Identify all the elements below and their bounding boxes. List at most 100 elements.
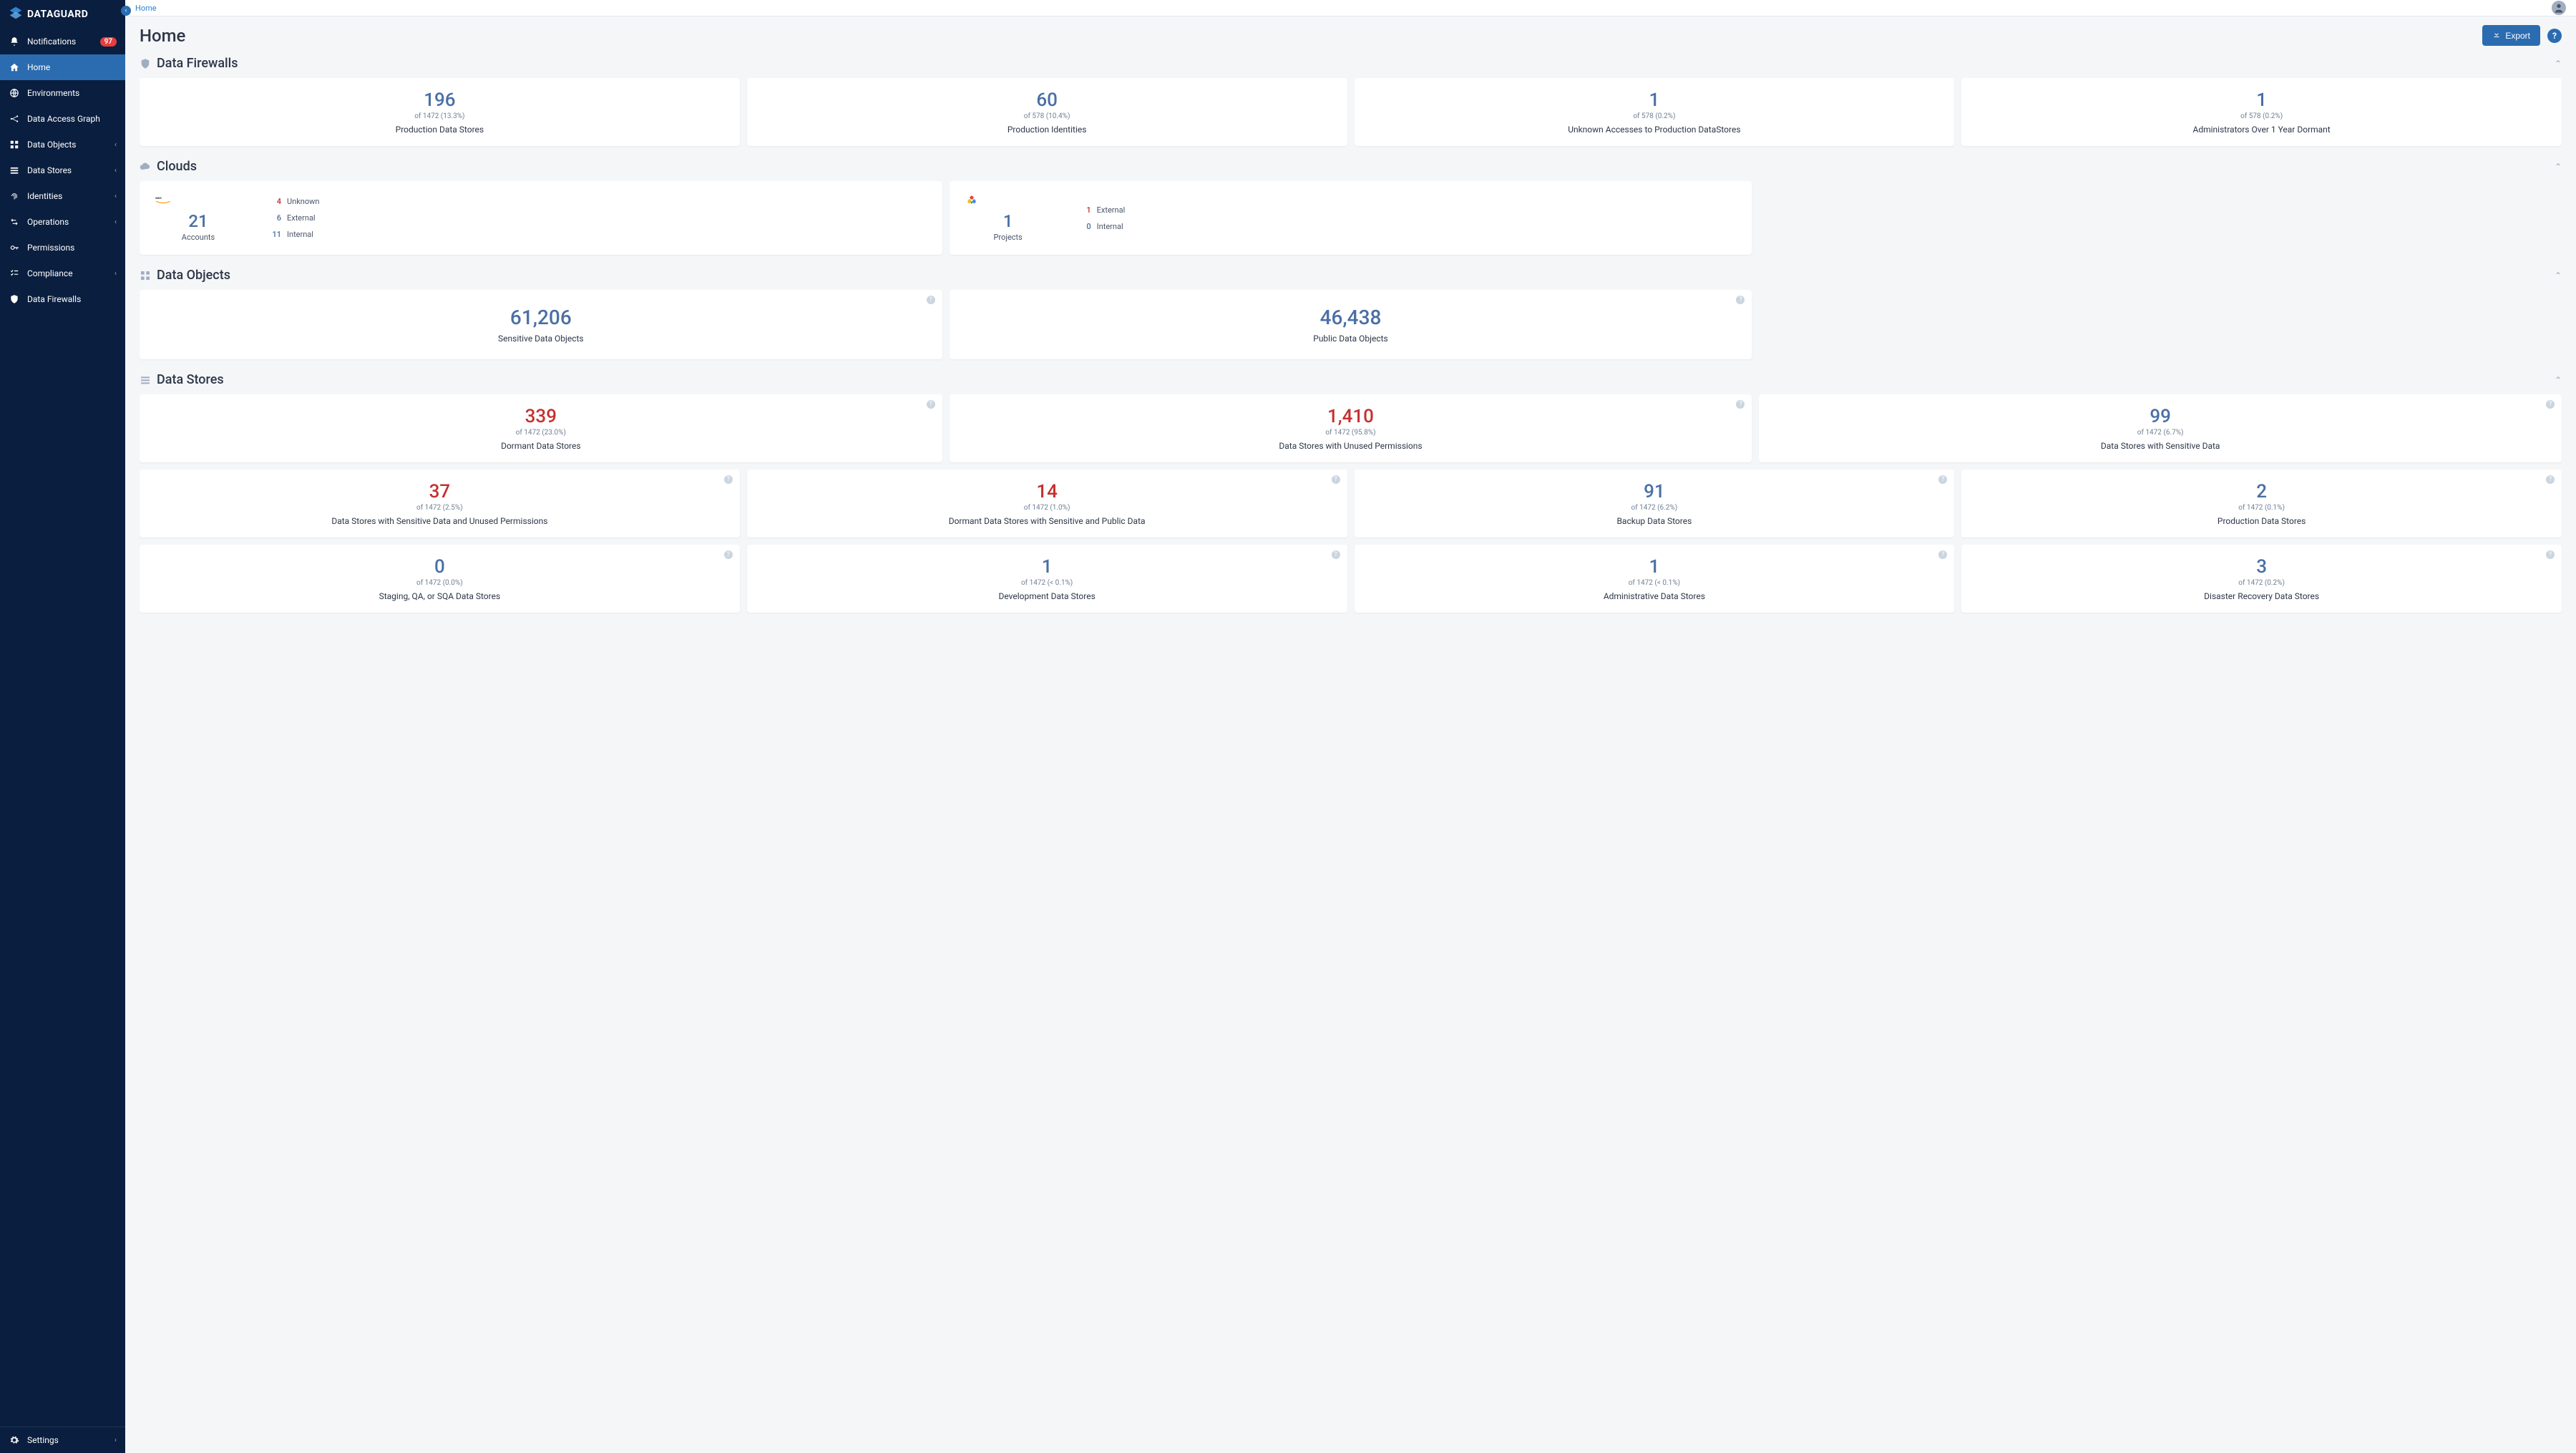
cloud-breakdown: 4Unknown 6External 11Internal (270, 194, 319, 242)
stat-label: Production Data Stores (150, 125, 730, 135)
stat-card[interactable]: 196 of 1472 (13.3%) Production Data Stor… (140, 78, 740, 146)
stat-card[interactable]: 60 of 578 (10.4%) Production Identities (747, 78, 1347, 146)
help-button[interactable]: ? (2547, 29, 2562, 43)
stat-label: Development Data Stores (757, 591, 1337, 601)
help-hint-icon[interactable]: ? (1332, 475, 1340, 484)
sidebar-item-data-stores[interactable]: Data Stores ‹ (0, 157, 125, 183)
help-hint-icon[interactable]: ? (1938, 475, 1947, 484)
chevron-up-icon[interactable]: ⌃ (2555, 59, 2562, 69)
help-hint-icon[interactable]: ? (1938, 550, 1947, 559)
chevron-up-icon[interactable]: ⌃ (2555, 162, 2562, 172)
stat-label: Internal (1097, 222, 1123, 231)
stat-sub: of 1472 (13.3%) (150, 112, 730, 120)
sidebar-item-environments[interactable]: Environments (0, 80, 125, 106)
nav: Notifications 97 Home Environments Data … (0, 29, 125, 1427)
content: Home Export ? Data Firewalls ⌃ (125, 16, 2576, 654)
chevron-up-icon[interactable]: ⌃ (2555, 271, 2562, 281)
stat-card[interactable]: ? 99 of 1472 (6.7%) Data Stores with Sen… (1759, 394, 2562, 462)
stat-value: 196 (150, 89, 730, 111)
stat-value: 61,206 (150, 306, 932, 329)
help-hint-icon[interactable]: ? (2546, 550, 2555, 559)
download-icon (2492, 30, 2501, 41)
sidebar-collapse-toggle[interactable]: ‹ (121, 6, 131, 16)
firewalls-grid: 196 of 1472 (13.3%) Production Data Stor… (140, 78, 2562, 146)
help-hint-icon[interactable]: ? (724, 550, 733, 559)
section-header[interactable]: Data Objects ⌃ (140, 268, 2562, 283)
stat-value: 60 (757, 89, 1337, 111)
stat-value: 46,438 (960, 306, 1742, 329)
help-hint-icon[interactable]: ? (927, 400, 935, 409)
cloud-card-gcp[interactable]: 1 Projects 1External 0Internal (950, 181, 1752, 255)
avatar[interactable] (2552, 1, 2566, 15)
stat-sub: of 1472 (< 0.1%) (757, 579, 1337, 587)
help-hint-icon[interactable]: ? (1736, 296, 1745, 304)
stat-sub: of 1472 (95.8%) (960, 429, 1742, 437)
brand-logo[interactable]: DATAGUARD (0, 0, 125, 29)
export-button[interactable]: Export (2482, 25, 2540, 46)
chevron-left-icon: ‹ (114, 193, 117, 200)
stat-num: 0 (1080, 222, 1091, 231)
help-hint-icon[interactable]: ? (1736, 400, 1745, 409)
stat-card[interactable]: ? 2 of 1472 (0.1%) Production Data Store… (1961, 470, 2562, 538)
chevron-left-icon: ‹ (114, 1437, 117, 1444)
chevron-left-icon: ‹ (114, 167, 117, 175)
help-hint-icon[interactable]: ? (927, 296, 935, 304)
stat-card[interactable]: ? 0 of 1472 (0.0%) Staging, QA, or SQA D… (140, 545, 740, 613)
cloud-breakdown: 1External 0Internal (1080, 194, 1126, 242)
cloud-count: 1 (965, 211, 1051, 231)
sidebar-item-operations[interactable]: Operations ‹ (0, 209, 125, 235)
section-title: Data Objects (157, 268, 230, 283)
stat-card[interactable]: ? 1 of 1472 (< 0.1%) Development Data St… (747, 545, 1347, 613)
stat-label: Administrative Data Stores (1365, 591, 1945, 601)
cloud-count-label: Accounts (155, 233, 241, 242)
stat-card[interactable]: ? 91 of 1472 (6.2%) Backup Data Stores (1355, 470, 1955, 538)
sidebar-item-data-access-graph[interactable]: Data Access Graph (0, 106, 125, 132)
globe-icon (9, 87, 20, 99)
stat-card[interactable]: ? 37 of 1472 (2.5%) Data Stores with Sen… (140, 470, 740, 538)
nav-label: Data Objects (27, 140, 107, 150)
stat-value: 3 (1971, 556, 2552, 578)
nav-label: Data Access Graph (27, 114, 117, 124)
section-header[interactable]: Clouds ⌃ (140, 159, 2562, 174)
stat-label: Unknown (287, 197, 319, 206)
stat-card[interactable]: ? 46,438 Public Data Objects (950, 290, 1752, 359)
sidebar-item-data-objects[interactable]: Data Objects ‹ (0, 132, 125, 157)
help-hint-icon[interactable]: ? (724, 475, 733, 484)
nav-label: Settings (27, 1435, 107, 1445)
nav-label: Data Firewalls (27, 294, 117, 304)
stat-card[interactable]: ? 1,410 of 1472 (95.8%) Data Stores with… (950, 394, 1752, 462)
help-hint-icon[interactable]: ? (1332, 550, 1340, 559)
section-header[interactable]: Data Firewalls ⌃ (140, 56, 2562, 71)
stat-card[interactable]: ? 1 of 1472 (< 0.1%) Administrative Data… (1355, 545, 1955, 613)
sidebar-item-settings[interactable]: Settings ‹ (0, 1427, 125, 1453)
shield-icon (9, 293, 20, 305)
sidebar-item-data-firewalls[interactable]: Data Firewalls (0, 286, 125, 312)
stat-card[interactable]: ? 3 of 1472 (0.2%) Disaster Recovery Dat… (1961, 545, 2562, 613)
stat-card[interactable]: ? 339 of 1472 (23.0%) Dormant Data Store… (140, 394, 942, 462)
stat-value: 1 (1365, 556, 1945, 578)
stat-card[interactable]: ? 61,206 Sensitive Data Objects (140, 290, 942, 359)
cloud-card-aws[interactable]: aws 21 Accounts 4Unknown 6External 11Int… (140, 181, 942, 255)
stat-card[interactable]: 1 of 578 (0.2%) Administrators Over 1 Ye… (1961, 78, 2562, 146)
main: Home Home Export ? (125, 0, 2576, 1453)
section-data-firewalls: Data Firewalls ⌃ 196 of 1472 (13.3%) Pro… (140, 56, 2562, 146)
help-hint-icon[interactable]: ? (2546, 475, 2555, 484)
sidebar-item-notifications[interactable]: Notifications 97 (0, 29, 125, 54)
help-hint-icon[interactable]: ? (2546, 400, 2555, 409)
sidebar-item-compliance[interactable]: Compliance ‹ (0, 261, 125, 286)
section-header[interactable]: Data Stores ⌃ (140, 372, 2562, 387)
nav-label: Operations (27, 217, 107, 227)
sidebar-item-home[interactable]: Home (0, 54, 125, 80)
sidebar-item-permissions[interactable]: Permissions (0, 235, 125, 261)
breadcrumb: Home (135, 4, 157, 13)
stat-label: Disaster Recovery Data Stores (1971, 591, 2552, 601)
stat-value: 91 (1365, 481, 1945, 502)
stat-card[interactable]: ? 14 of 1472 (1.0%) Dormant Data Stores … (747, 470, 1347, 538)
stat-card[interactable]: 1 of 578 (0.2%) Unknown Accesses to Prod… (1355, 78, 1955, 146)
chevron-up-icon[interactable]: ⌃ (2555, 375, 2562, 385)
stat-sub: of 1472 (0.0%) (150, 579, 730, 587)
sidebar-item-identities[interactable]: Identities ‹ (0, 183, 125, 209)
breadcrumb-home[interactable]: Home (135, 4, 157, 13)
cloud-count-label: Projects (965, 233, 1051, 242)
section-data-stores: Data Stores ⌃ ? 339 of 1472 (23.0%) Dorm… (140, 372, 2562, 613)
